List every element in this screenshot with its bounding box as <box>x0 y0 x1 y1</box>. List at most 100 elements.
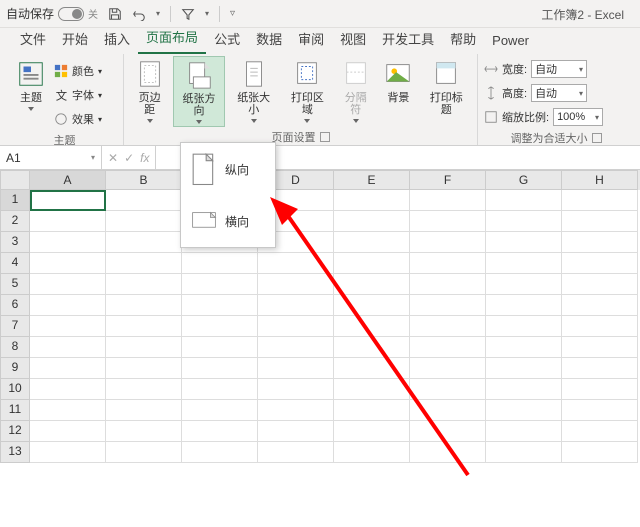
cell[interactable] <box>410 358 486 379</box>
cell[interactable] <box>410 211 486 232</box>
cell[interactable] <box>486 253 562 274</box>
cell[interactable] <box>486 211 562 232</box>
undo-caret-icon[interactable]: ▾ <box>156 9 160 18</box>
cell[interactable] <box>486 190 562 211</box>
qat-customize-icon[interactable]: ▿ <box>230 8 235 19</box>
cell[interactable] <box>334 211 410 232</box>
cell[interactable] <box>182 337 258 358</box>
cell[interactable] <box>106 358 182 379</box>
cell[interactable] <box>30 316 106 337</box>
tab-formulas[interactable]: 公式 <box>206 25 248 54</box>
col-header[interactable]: B <box>106 170 182 190</box>
cell[interactable] <box>182 295 258 316</box>
cell[interactable] <box>334 442 410 463</box>
tab-view[interactable]: 视图 <box>332 25 374 54</box>
cell[interactable] <box>182 316 258 337</box>
orientation-button[interactable]: 纸张方向 <box>173 56 225 127</box>
cell[interactable] <box>562 274 638 295</box>
height-combo[interactable]: 自动▾ <box>531 84 587 102</box>
effects-button[interactable]: 效果▾ <box>54 108 102 130</box>
cell[interactable] <box>410 316 486 337</box>
row-header[interactable]: 8 <box>0 337 30 358</box>
cell[interactable] <box>562 337 638 358</box>
cell[interactable] <box>334 295 410 316</box>
cell[interactable] <box>258 400 334 421</box>
row-header[interactable]: 9 <box>0 358 30 379</box>
cell[interactable] <box>106 190 182 211</box>
col-header[interactable]: E <box>334 170 410 190</box>
cell[interactable] <box>30 400 106 421</box>
cell[interactable] <box>486 232 562 253</box>
cell[interactable] <box>106 211 182 232</box>
cell[interactable] <box>30 379 106 400</box>
cell[interactable] <box>334 253 410 274</box>
tab-review[interactable]: 审阅 <box>290 25 332 54</box>
cell[interactable] <box>562 190 638 211</box>
cancel-icon[interactable]: ✕ <box>108 151 118 165</box>
cell[interactable] <box>410 337 486 358</box>
row-header[interactable]: 6 <box>0 295 30 316</box>
tab-home[interactable]: 开始 <box>54 25 96 54</box>
cell[interactable] <box>258 379 334 400</box>
tab-file[interactable]: 文件 <box>12 25 54 54</box>
tab-insert[interactable]: 插入 <box>96 25 138 54</box>
cell[interactable] <box>410 274 486 295</box>
cell[interactable] <box>258 295 334 316</box>
row-header[interactable]: 11 <box>0 400 30 421</box>
cell[interactable] <box>562 211 638 232</box>
row-header[interactable]: 1 <box>0 190 30 211</box>
tab-data[interactable]: 数据 <box>248 25 290 54</box>
cell[interactable] <box>486 337 562 358</box>
cell[interactable] <box>410 232 486 253</box>
cell[interactable] <box>258 442 334 463</box>
cell[interactable] <box>106 400 182 421</box>
background-button[interactable]: 背景 <box>379 56 417 106</box>
auto-save-toggle[interactable]: 自动保存 关 <box>6 5 98 22</box>
cell[interactable] <box>410 190 486 211</box>
cell[interactable] <box>334 190 410 211</box>
cell[interactable] <box>410 253 486 274</box>
orientation-portrait[interactable]: 纵向 <box>181 143 275 195</box>
cell[interactable] <box>106 379 182 400</box>
cell[interactable] <box>30 274 106 295</box>
cell[interactable] <box>106 253 182 274</box>
col-header[interactable]: G <box>486 170 562 190</box>
cell[interactable] <box>258 274 334 295</box>
name-box[interactable]: A1 ▾ <box>0 146 102 169</box>
cell[interactable] <box>486 274 562 295</box>
cell[interactable] <box>182 274 258 295</box>
colors-button[interactable]: 颜色▾ <box>54 60 102 82</box>
cell[interactable] <box>562 295 638 316</box>
cell[interactable] <box>334 274 410 295</box>
scale-launcher[interactable] <box>592 133 602 143</box>
cell[interactable] <box>30 358 106 379</box>
cell[interactable] <box>106 316 182 337</box>
cell[interactable] <box>486 442 562 463</box>
cell[interactable] <box>106 232 182 253</box>
cell[interactable] <box>334 400 410 421</box>
cell[interactable] <box>30 190 106 211</box>
cell[interactable] <box>410 442 486 463</box>
cell[interactable] <box>486 358 562 379</box>
cell[interactable] <box>562 316 638 337</box>
tab-help[interactable]: 帮助 <box>442 25 484 54</box>
cell[interactable] <box>106 442 182 463</box>
row-header[interactable]: 4 <box>0 253 30 274</box>
cell[interactable] <box>562 421 638 442</box>
size-button[interactable]: 纸张大小 <box>229 56 279 125</box>
cell[interactable] <box>30 337 106 358</box>
cell[interactable] <box>334 379 410 400</box>
row-header[interactable]: 7 <box>0 316 30 337</box>
row-header[interactable]: 2 <box>0 211 30 232</box>
row-header[interactable]: 12 <box>0 421 30 442</box>
cell[interactable] <box>182 253 258 274</box>
cell[interactable] <box>106 421 182 442</box>
cell[interactable] <box>258 337 334 358</box>
confirm-icon[interactable]: ✓ <box>124 151 134 165</box>
print-titles-button[interactable]: 打印标题 <box>421 56 471 118</box>
fx-icon[interactable]: fx <box>140 151 149 165</box>
cell[interactable] <box>182 421 258 442</box>
cell[interactable] <box>30 232 106 253</box>
cell[interactable] <box>562 400 638 421</box>
cell[interactable] <box>106 295 182 316</box>
